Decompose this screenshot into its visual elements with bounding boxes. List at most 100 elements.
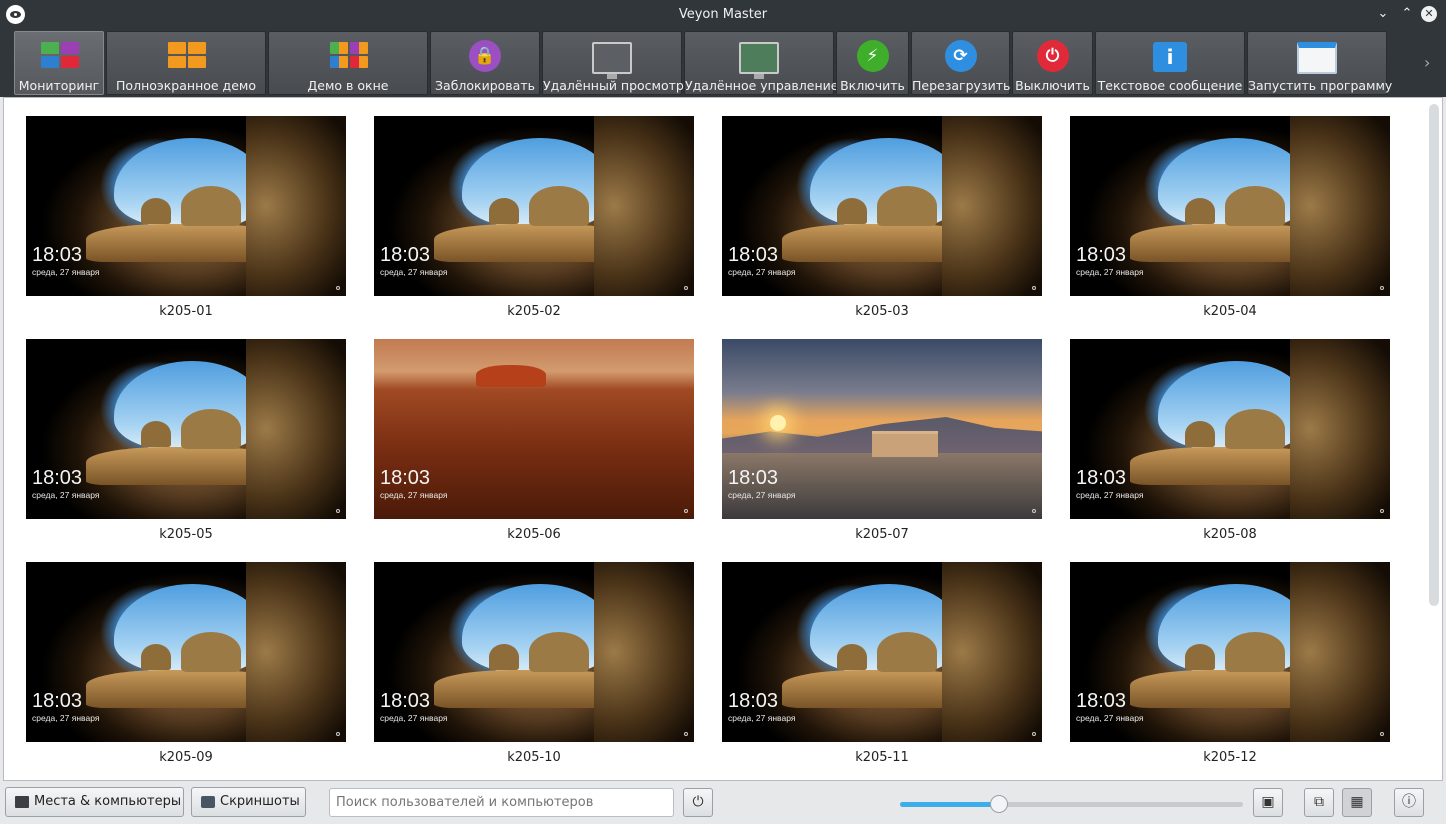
computer-name: k205-05 xyxy=(159,527,213,542)
computer-name: k205-10 xyxy=(507,750,561,765)
run-program-button[interactable]: Запустить программу xyxy=(1247,31,1393,95)
computer-screen-thumbnail[interactable]: 18:03 среда, 27 января xyxy=(26,339,346,519)
computer-tile[interactable]: 18:03 среда, 27 января k205-07 xyxy=(722,339,1042,551)
computer-tile[interactable]: 18:03 среда, 27 января k205-02 xyxy=(374,116,694,328)
computer-tile[interactable]: 18:03 среда, 27 января k205-06 xyxy=(374,339,694,551)
ease-of-access-icon xyxy=(1380,732,1384,736)
computer-name: k205-04 xyxy=(1203,304,1257,319)
lockscreen-date: среда, 27 января xyxy=(380,490,448,500)
computer-list-icon xyxy=(15,796,29,808)
screenshots-button[interactable]: Скриншоты xyxy=(191,787,306,817)
computer-tile[interactable]: 18:03 среда, 27 января k205-05 xyxy=(26,339,346,551)
grid-view-button[interactable]: ▦ xyxy=(1342,788,1372,817)
lockscreen-time: 18:03 xyxy=(380,467,431,489)
ease-of-access-icon xyxy=(684,509,688,513)
lockscreen-time: 18:03 xyxy=(728,467,779,489)
computer-name: k205-06 xyxy=(507,527,561,542)
computer-screen-thumbnail[interactable]: 18:03 среда, 27 января xyxy=(722,116,1042,296)
toolbar-label: Удалённое управление xyxy=(685,78,839,93)
toolbar-label: Демо в окне xyxy=(307,78,389,93)
minimize-button[interactable]: ⌄ xyxy=(1375,6,1391,22)
lock-button[interactable]: 🔒 Заблокировать xyxy=(430,31,540,95)
computer-monitoring-view: 18:03 среда, 27 января k205-01 18:03 среда, … xyxy=(3,97,1443,781)
computer-tile[interactable]: 18:03 среда, 27 января k205-10 xyxy=(374,562,694,774)
computer-screen-thumbnail[interactable]: 18:03 среда, 27 января xyxy=(722,562,1042,742)
about-button[interactable]: ⓘ xyxy=(1394,788,1424,817)
grid-view-icon: ▦ xyxy=(1350,794,1364,810)
computer-tile[interactable]: 18:03 среда, 27 января k205-01 xyxy=(26,116,346,328)
screenshots-label: Скриншоты xyxy=(220,794,300,809)
computer-screen-thumbnail[interactable]: 18:03 среда, 27 января xyxy=(26,562,346,742)
reboot-button[interactable]: ⟳ Перезагрузить xyxy=(911,31,1010,95)
fullscreen-demo-button[interactable]: Полноэкранное демо xyxy=(106,31,266,95)
remote-control-button[interactable]: Удалённое управление xyxy=(684,31,839,95)
toolbar-label: Текстовое сообщение xyxy=(1097,78,1243,93)
computer-name: k205-01 xyxy=(159,304,213,319)
remote-view-icon xyxy=(592,42,632,79)
computer-screen-thumbnail[interactable]: 18:03 среда, 27 января xyxy=(722,339,1042,519)
ease-of-access-icon xyxy=(336,509,340,513)
power-on-icon: ⚡ xyxy=(856,40,889,72)
ease-of-access-icon xyxy=(1380,286,1384,290)
lockscreen-date: среда, 27 января xyxy=(380,713,448,723)
camera-icon xyxy=(201,796,215,808)
computer-screen-thumbnail[interactable]: 18:03 среда, 27 января xyxy=(374,116,694,296)
computer-screen-thumbnail[interactable]: 18:03 среда, 27 января xyxy=(1070,562,1390,742)
veyon-master-window: Veyon Master ⌄ ⌃ ✕ Мониторинг Полноэкран… xyxy=(0,0,1446,824)
status-bar: Места & компьютеры Скриншоты ⏻ ▣ ⧉ ▦ ⓘ xyxy=(0,781,1446,824)
lockscreen-time: 18:03 xyxy=(380,244,431,266)
window-demo-icon xyxy=(330,42,368,72)
locations-computers-button[interactable]: Места & компьютеры xyxy=(5,787,184,817)
lockscreen-time: 18:03 xyxy=(380,690,431,712)
ease-of-access-icon xyxy=(1032,732,1036,736)
remote-control-icon xyxy=(739,42,779,79)
lockscreen-time: 18:03 xyxy=(32,244,83,266)
auto-fit-button[interactable]: ▣ xyxy=(1253,788,1283,817)
vertical-scrollbar[interactable] xyxy=(1429,104,1439,606)
computer-name: k205-02 xyxy=(507,304,561,319)
remote-view-button[interactable]: Удалённый просмотр xyxy=(542,31,684,95)
computer-name: k205-11 xyxy=(855,750,909,765)
computer-screen-thumbnail[interactable]: 18:03 среда, 27 января xyxy=(374,562,694,742)
main-toolbar: Мониторинг Полноэкранное демо Демо в окн… xyxy=(0,29,1446,97)
power-off-button[interactable]: ⏻ Выключить xyxy=(1012,31,1093,95)
power-icon: ⏻ xyxy=(692,794,704,810)
arrange-icon: ⧉ xyxy=(1314,794,1324,810)
toolbar-label: Запустить программу xyxy=(1248,78,1393,93)
close-button[interactable]: ✕ xyxy=(1421,6,1437,22)
toolbar-label: Выключить xyxy=(1015,78,1090,93)
monitoring-button[interactable]: Мониторинг xyxy=(14,31,104,95)
computer-tile[interactable]: 18:03 среда, 27 января k205-11 xyxy=(722,562,1042,774)
maximize-button[interactable]: ⌃ xyxy=(1399,6,1415,22)
computer-tile[interactable]: 18:03 среда, 27 января k205-12 xyxy=(1070,562,1390,774)
search-input[interactable] xyxy=(329,788,674,817)
power-on-button[interactable]: ⚡ Включить xyxy=(836,31,909,95)
computer-screen-thumbnail[interactable]: 18:03 среда, 27 января xyxy=(1070,116,1390,296)
text-message-button[interactable]: i Текстовое сообщение xyxy=(1095,31,1245,95)
lockscreen-date: среда, 27 января xyxy=(1076,713,1144,723)
lockscreen-time: 18:03 xyxy=(1076,244,1127,266)
computer-tile[interactable]: 18:03 среда, 27 января k205-09 xyxy=(26,562,346,774)
run-program-icon xyxy=(1297,42,1337,74)
monitoring-grid-icon xyxy=(41,42,79,72)
zoom-slider[interactable] xyxy=(900,795,1243,813)
computer-tile[interactable]: 18:03 среда, 27 января k205-08 xyxy=(1070,339,1390,551)
window-demo-button[interactable]: Демо в окне xyxy=(268,31,428,95)
lockscreen-time: 18:03 xyxy=(1076,467,1127,489)
lockscreen-time: 18:03 xyxy=(728,690,779,712)
lockscreen-time: 18:03 xyxy=(1076,690,1127,712)
zoom-slider-handle[interactable] xyxy=(990,795,1009,813)
lockscreen-time: 18:03 xyxy=(32,467,83,489)
computer-screen-thumbnail[interactable]: 18:03 среда, 27 января xyxy=(26,116,346,296)
computer-screen-thumbnail[interactable]: 18:03 среда, 27 января xyxy=(374,339,694,519)
toolbar-overflow-chevron-icon[interactable]: › xyxy=(1424,53,1430,72)
computer-screen-thumbnail[interactable]: 18:03 среда, 27 января xyxy=(1070,339,1390,519)
lockscreen-date: среда, 27 января xyxy=(1076,267,1144,277)
ease-of-access-icon xyxy=(1380,509,1384,513)
computer-tile[interactable]: 18:03 среда, 27 января k205-03 xyxy=(722,116,1042,328)
ease-of-access-icon xyxy=(1032,286,1036,290)
power-filter-button[interactable]: ⏻ xyxy=(683,788,713,817)
computer-tile[interactable]: 18:03 среда, 27 января k205-04 xyxy=(1070,116,1390,328)
custom-arrangement-button[interactable]: ⧉ xyxy=(1304,788,1334,817)
info-icon: ⓘ xyxy=(1402,794,1416,810)
